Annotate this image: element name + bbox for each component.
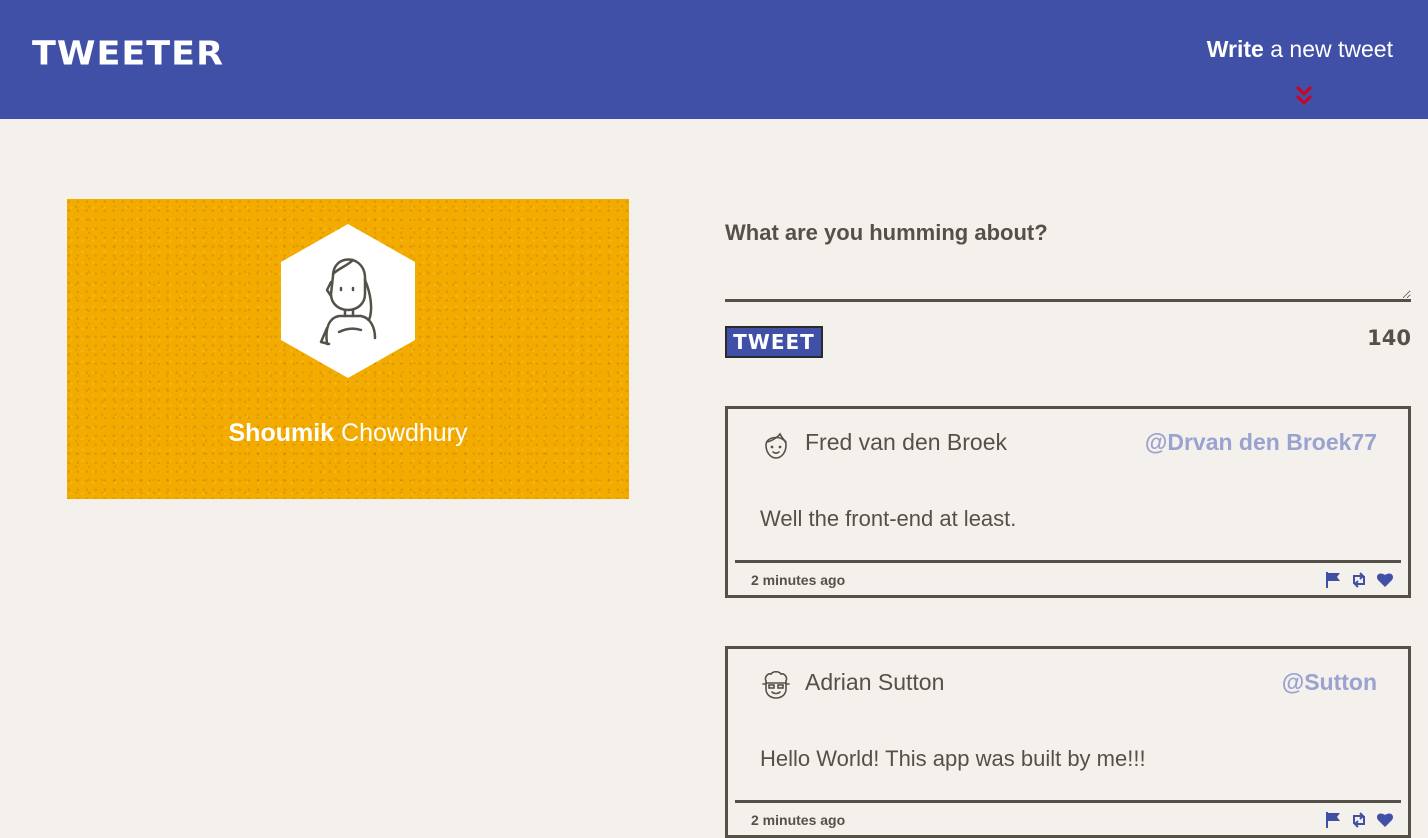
profile-avatar	[281, 224, 415, 378]
retweet-icon[interactable]	[1350, 811, 1368, 829]
tweet-divider	[735, 800, 1401, 803]
tweet-button[interactable]: TWEET	[725, 326, 823, 358]
retweet-icon[interactable]	[1350, 571, 1368, 589]
tweet-timestamp: 2 minutes ago	[751, 572, 846, 588]
tweet-card: Fred van den Broek @Drvan den Broek77 We…	[725, 406, 1411, 598]
flag-icon[interactable]	[1324, 571, 1342, 589]
tweet-content: Well the front-end at least.	[760, 506, 1017, 531]
profile-card: Shoumik Chowdhury	[67, 199, 629, 499]
tweet-actions	[1324, 811, 1394, 829]
tweet-composer: What are you humming about? TWEET 140	[725, 220, 1411, 358]
tweet-textarea[interactable]	[725, 254, 1411, 302]
top-nav: TWEETER Write a new tweet	[0, 0, 1428, 119]
composer-label: What are you humming about?	[725, 220, 1048, 245]
profile-first-name: Shoumik	[228, 419, 335, 447]
flag-icon[interactable]	[1324, 811, 1342, 829]
avatar	[765, 432, 787, 459]
tweet-author-handle: @Sutton	[1281, 669, 1377, 695]
heart-icon[interactable]	[1376, 571, 1394, 589]
write-new-tweet-toggle[interactable]: Write a new tweet	[1207, 36, 1393, 63]
double-chevron-down-icon[interactable]	[1294, 84, 1314, 108]
avatar	[762, 670, 790, 699]
profile-last-name: Chowdhury	[334, 419, 468, 447]
profile-name: Shoumik Chowdhury	[67, 419, 629, 448]
tweet-actions	[1324, 571, 1394, 589]
tweet-divider	[735, 560, 1401, 563]
tweet-card: Adrian Sutton @Sutton Hello World! This …	[725, 646, 1411, 838]
character-counter: 140	[1367, 326, 1411, 350]
tweet-timestamp: 2 minutes ago	[751, 812, 846, 828]
compose-toggle-bold: Write	[1206, 36, 1264, 62]
app-logo: TWEETER	[32, 35, 225, 73]
tweet-author-name: Adrian Sutton	[805, 669, 945, 695]
tweet-author-handle: @Drvan den Broek77	[1144, 429, 1377, 455]
compose-toggle-rest: a new tweet	[1263, 36, 1393, 62]
heart-icon[interactable]	[1376, 811, 1394, 829]
tweet-author-name: Fred van den Broek	[805, 429, 1008, 455]
tweet-content: Hello World! This app was built by me!!!	[760, 746, 1146, 771]
